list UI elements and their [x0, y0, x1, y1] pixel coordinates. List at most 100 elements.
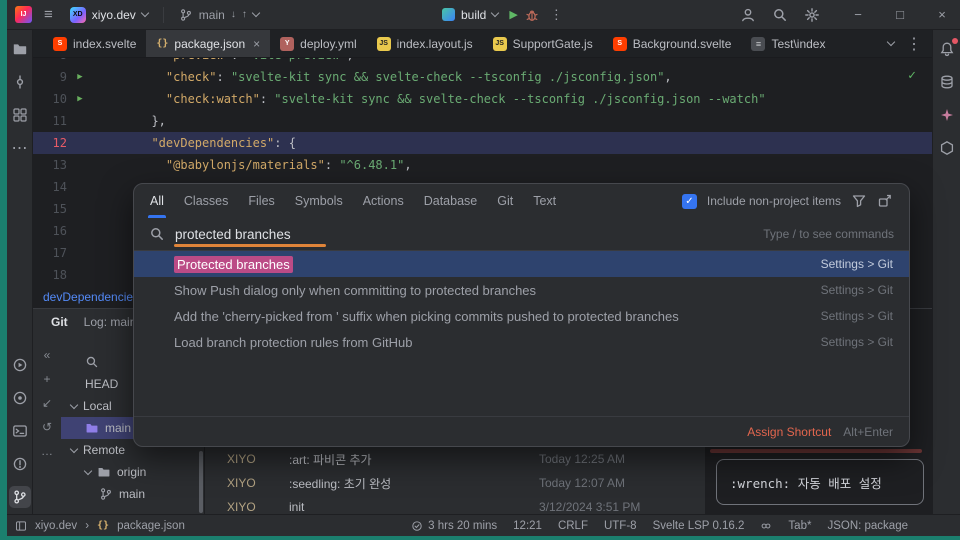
hidden-tabs-chevron-icon[interactable] — [887, 38, 895, 46]
line-number[interactable]: 8 — [33, 58, 67, 66]
popup-tab-classes[interactable]: Classes — [184, 184, 228, 218]
tab-options-icon[interactable]: ⋮ — [906, 34, 922, 54]
line-number[interactable]: 9 — [33, 66, 67, 88]
notification-dot — [952, 38, 958, 44]
line-number[interactable]: 14 — [33, 176, 67, 198]
services-tool-icon[interactable] — [9, 387, 31, 409]
database-tool-icon[interactable] — [936, 71, 958, 93]
time-tracker-widget[interactable]: 3 hrs 20 mins — [411, 520, 497, 532]
run-script-icon[interactable]: ▶ — [77, 88, 82, 110]
git-tool-icon[interactable] — [9, 486, 31, 508]
more-icon[interactable]: … — [41, 445, 53, 457]
terminal-tool-icon[interactable] — [9, 420, 31, 442]
line-number[interactable]: 10 — [33, 88, 67, 110]
horizontal-scrollbar[interactable] — [710, 449, 922, 453]
popup-tab-files[interactable]: Files — [248, 184, 274, 218]
clock-widget[interactable]: 12:21 — [513, 520, 542, 532]
status-project[interactable]: xiyo.dev — [35, 520, 77, 532]
branch-tree-row-origin[interactable]: origin — [61, 461, 204, 483]
link-icon[interactable] — [760, 520, 772, 532]
search-result-row[interactable]: Protected branchesSettings > Git — [134, 251, 909, 277]
line-number[interactable]: 15 — [33, 198, 67, 220]
editor-tab-index-layout-js[interactable]: JSindex.layout.js — [367, 30, 483, 57]
editor-tab-supportgate-js[interactable]: JSSupportGate.js — [483, 30, 603, 57]
breadcrumb-item[interactable]: devDependencies — [43, 290, 139, 304]
collapse-all-icon[interactable]: « — [44, 349, 51, 361]
open-in-find-window-icon[interactable] — [877, 193, 893, 209]
debug-button[interactable] — [524, 7, 540, 23]
build-tool-icon[interactable] — [936, 137, 958, 159]
commit-row[interactable]: XIYO:art: 파비콘 추가Today 12:25 AM — [205, 447, 705, 471]
editor-tab-package-json[interactable]: {}package.json× — [146, 30, 270, 57]
structure-tool-icon[interactable] — [9, 104, 31, 126]
more-actions-icon[interactable]: ⋮ — [546, 7, 567, 23]
run-config-widget[interactable]: build — [437, 3, 503, 27]
line-number[interactable]: 13 — [33, 154, 67, 176]
filter-icon[interactable] — [851, 193, 867, 209]
popup-tab-text[interactable]: Text — [533, 184, 556, 218]
project-widget[interactable]: XD xiyo.dev — [65, 3, 153, 27]
expand-chevron-icon[interactable] — [70, 444, 78, 452]
commit-tool-icon[interactable] — [9, 71, 31, 93]
maximize-button[interactable]: □ — [882, 0, 918, 30]
editor-tab-index-svelte[interactable]: Sindex.svelte — [43, 30, 146, 57]
close-button[interactable]: × — [924, 0, 960, 30]
main-menu-icon[interactable]: ≡ — [38, 6, 59, 23]
tab-close-icon[interactable]: × — [253, 37, 260, 51]
branch-label: Remote — [83, 443, 125, 457]
user-account-icon[interactable] — [740, 7, 756, 23]
run-script-icon[interactable]: ▶ — [77, 66, 82, 88]
expand-chevron-icon[interactable] — [84, 466, 92, 474]
assign-shortcut-link[interactable]: Assign Shortcut — [747, 425, 831, 439]
editor-tab-deploy-yml[interactable]: Ydeploy.yml — [270, 30, 366, 57]
search-result-row[interactable]: Show Push dialog only when committing to… — [134, 277, 909, 303]
commit-row[interactable]: XIYO:seedling: 초기 완성Today 12:07 AM — [205, 471, 705, 495]
branch-widget[interactable]: main ↓ ↑ — [174, 3, 264, 27]
commit-row[interactable]: XIYOinit3/12/2024 3:51 PM — [205, 495, 705, 519]
notifications-bell-icon[interactable] — [936, 38, 958, 60]
search-everywhere-icon[interactable] — [772, 7, 788, 23]
popup-tab-actions[interactable]: Actions — [363, 184, 404, 218]
run-tool-icon[interactable] — [9, 354, 31, 376]
ai-assistant-icon[interactable] — [936, 104, 958, 126]
search-result-row[interactable]: Add the 'cherry-picked from ' suffix whe… — [134, 303, 909, 329]
file-type-widget[interactable]: JSON: package — [827, 520, 908, 532]
popup-tab-symbols[interactable]: Symbols — [295, 184, 343, 218]
commit-message-box[interactable]: :wrench: 자동 배포 설정 — [716, 459, 924, 505]
branch-tree-row-main[interactable]: main — [61, 483, 204, 505]
settings-gear-icon[interactable] — [804, 7, 820, 23]
popup-search-row[interactable]: protected branches Type / to see command… — [134, 218, 909, 251]
search-result-row[interactable]: Load branch protection rules from GitHub… — [134, 329, 909, 355]
line-number[interactable]: 12 — [33, 132, 67, 154]
editor-tab-test-index[interactable]: ≡Test\index — [741, 30, 835, 57]
problems-tool-icon[interactable] — [9, 453, 31, 475]
popup-tab-database[interactable]: Database — [424, 184, 478, 218]
inspections-ok-icon[interactable]: ✓ — [908, 68, 916, 83]
git-panel-tab-log[interactable]: Log: main — [84, 315, 137, 329]
editor-tab-background-svelte[interactable]: SBackground.svelte — [603, 30, 742, 57]
scrollbar-thumb[interactable] — [199, 451, 203, 513]
expand-chevron-icon[interactable] — [70, 400, 78, 408]
line-ending-widget[interactable]: CRLF — [558, 520, 588, 532]
lsp-widget[interactable]: Svelte LSP 0.16.2 — [653, 520, 745, 532]
more-tools-icon[interactable]: ⋯ — [9, 137, 31, 159]
minimize-button[interactable]: − — [840, 0, 876, 30]
tool-windows-icon[interactable] — [15, 520, 27, 532]
line-number[interactable]: 17 — [33, 242, 67, 264]
git-panel-tab-git[interactable]: Git — [51, 315, 68, 329]
refresh-icon[interactable]: ↺ — [42, 421, 52, 433]
add-branch-icon[interactable]: + — [43, 373, 50, 385]
project-tool-icon[interactable] — [9, 38, 31, 60]
non-project-checkbox[interactable]: ✓ — [682, 194, 697, 209]
line-number[interactable]: 18 — [33, 264, 67, 286]
indent-widget[interactable]: Tab* — [788, 520, 811, 532]
encoding-widget[interactable]: UTF-8 — [604, 520, 637, 532]
pull-icon[interactable]: ↙ — [42, 397, 52, 409]
line-number[interactable]: 11 — [33, 110, 67, 132]
search-query[interactable]: protected branches — [175, 227, 291, 242]
run-button[interactable]: ▶ — [509, 8, 517, 21]
popup-tab-git[interactable]: Git — [497, 184, 513, 218]
status-file[interactable]: package.json — [117, 520, 185, 532]
line-number[interactable]: 16 — [33, 220, 67, 242]
popup-tab-all[interactable]: All — [150, 184, 164, 218]
